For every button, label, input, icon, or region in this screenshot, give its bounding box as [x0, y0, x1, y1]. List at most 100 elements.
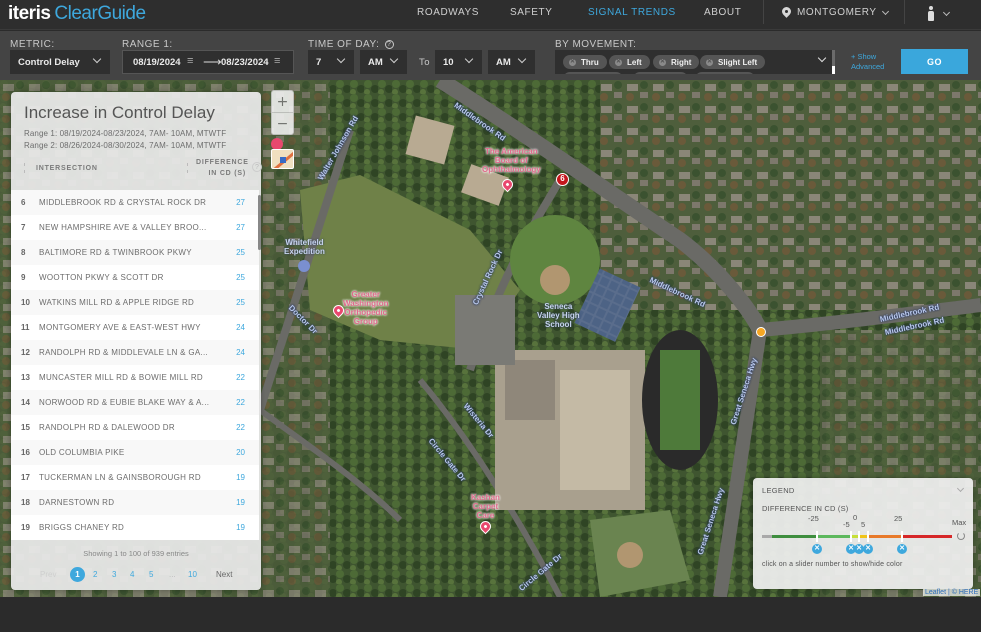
to-ampm-value: AM	[496, 56, 511, 68]
table-row[interactable]: 17 TUCKERMAN LN & GAINSBOROUGH RD 19	[11, 465, 259, 490]
chevron-down-icon	[389, 54, 399, 64]
table-row[interactable]: 16 OLD COLUMBIA PIKE 20	[11, 440, 259, 465]
table-row[interactable]: 7 NEW HAMPSHIRE AVE & VALLEY BROO... 27	[11, 215, 259, 240]
calendar-icon[interactable]: ≡	[187, 55, 193, 67]
user-menu[interactable]	[928, 6, 951, 21]
chevron-down-icon	[336, 54, 346, 64]
intersection-marker[interactable]	[756, 327, 766, 337]
help-icon[interactable]: ?	[384, 40, 394, 49]
movement-chip-left[interactable]: ✕ Left	[609, 55, 650, 69]
help-icon[interactable]: ?	[252, 162, 262, 172]
row-intersection: NEW HAMPSHIRE AVE & VALLEY BROO...	[39, 223, 207, 232]
table-row[interactable]: 13 MUNCASTER MILL RD & BOWIE MILL RD 22	[11, 365, 259, 390]
to-ampm-select[interactable]: AM	[488, 50, 535, 74]
row-intersection: BALTIMORE RD & TWINBROOK PKWY	[39, 248, 192, 257]
sort-indicator[interactable]	[24, 163, 25, 166]
from-hour-select[interactable]: 7	[308, 50, 354, 74]
remove-color-icon[interactable]: ✕	[812, 544, 822, 554]
movement-chip-hidden	[695, 72, 755, 74]
poi-label: Kashan Carpet Care	[471, 493, 500, 520]
map-layer-toggle-icon[interactable]	[271, 149, 294, 169]
show-advanced-link[interactable]: + Show Advanced	[851, 52, 891, 72]
row-difference: 19	[236, 498, 245, 507]
table-row[interactable]: 11 MONTGOMERY AVE & EAST-WEST HWY 24	[11, 315, 259, 340]
remove-icon[interactable]: ✕	[569, 58, 576, 66]
zoom-control: + −	[271, 90, 294, 135]
date-range-picker[interactable]: 08/19/2024 ≡ ⟶ 08/23/2024 ≡	[122, 50, 294, 74]
remove-color-icon[interactable]: ✕	[897, 544, 907, 554]
row-rank: 8	[21, 248, 26, 257]
table-row[interactable]: 14 NORWOOD RD & EUBIE BLAKE WAY & A... 22	[11, 390, 259, 415]
legend-tick: Max	[952, 518, 967, 527]
remove-color-icon[interactable]: ✕	[863, 544, 873, 554]
slider-handle[interactable]	[901, 531, 903, 542]
page-button[interactable]: 5	[149, 570, 153, 579]
row-intersection: DARNESTOWN RD	[39, 498, 115, 507]
page-button[interactable]: 3	[112, 570, 116, 579]
table-row[interactable]: 18 DARNESTOWN RD 19	[11, 490, 259, 515]
row-difference: 22	[236, 398, 245, 407]
remove-icon[interactable]: ✕	[706, 58, 713, 66]
movement-chip-thru[interactable]: ✕ Thru	[563, 55, 607, 69]
range-start-date[interactable]: 08/19/2024	[133, 57, 181, 68]
nav-signal-trends[interactable]: SIGNAL TRENDS	[588, 7, 676, 18]
zoom-in-button[interactable]: +	[272, 91, 293, 112]
page-button-last[interactable]: 10	[188, 570, 197, 579]
remove-icon[interactable]: ✕	[615, 58, 622, 66]
slider-handle[interactable]	[816, 531, 818, 542]
table-row[interactable]: 10 WATKINS MILL RD & APPLE RIDGE RD 25	[11, 290, 259, 315]
page-button-current[interactable]: 1	[70, 567, 85, 582]
table-row[interactable]: 19 BRIGGS CHANEY RD 19	[11, 515, 259, 540]
from-hour-value: 7	[316, 56, 322, 68]
column-header-text: DIFFERENCE	[196, 159, 249, 166]
to-label: To	[419, 57, 431, 68]
chevron-down-icon[interactable]	[956, 484, 965, 493]
remove-icon[interactable]: ✕	[659, 58, 666, 66]
location-selector[interactable]: MONTGOMERY	[782, 7, 889, 18]
range-end-date[interactable]: 08/23/2024	[221, 57, 269, 68]
movement-multiselect[interactable]: ✕ Thru ✕ Left ✕ Right ✕ Slight Left	[555, 50, 835, 74]
nav-safety[interactable]: SAFETY	[510, 7, 553, 18]
row-rank: 18	[21, 498, 30, 507]
calendar-icon[interactable]: ≡	[274, 55, 280, 67]
prev-page-button[interactable]: Prev	[40, 570, 56, 579]
reset-icon[interactable]	[957, 532, 965, 540]
poi-travel-icon[interactable]	[298, 260, 310, 272]
movement-scrollbar-thumb[interactable]	[832, 66, 835, 74]
from-ampm-value: AM	[368, 56, 383, 68]
app-logo[interactable]: iteris ClearGuide	[8, 3, 146, 25]
go-button[interactable]: GO	[901, 49, 968, 74]
table-row[interactable]: 15 RANDOLPH RD & DALEWOOD DR 22	[11, 415, 259, 440]
nav-roadways[interactable]: ROADWAYS	[417, 7, 479, 18]
legend-hint: click on a slider number to show/hide co…	[762, 561, 903, 568]
column-header-difference[interactable]: DIFFERENCE IN CD (S)	[196, 157, 249, 179]
table-scrollbar[interactable]	[258, 195, 261, 250]
row-difference: 27	[236, 198, 245, 207]
intersection-marker-selected[interactable]: 6	[556, 173, 569, 186]
map-attribution[interactable]: Leaflet | © HERE	[923, 589, 981, 596]
row-difference: 24	[236, 348, 245, 357]
slider-handle[interactable]	[850, 531, 852, 542]
table-row[interactable]: 12 RANDOLPH RD & MIDDLEVALE LN & GA... 24	[11, 340, 259, 365]
next-page-button[interactable]: Next	[216, 570, 232, 579]
table-row[interactable]: 6 MIDDLEBROOK RD & CRYSTAL ROCK DR 27	[11, 190, 259, 215]
movement-chip-right[interactable]: ✕ Right	[653, 55, 700, 69]
page-button[interactable]: 2	[93, 570, 97, 579]
table-row[interactable]: 8 BALTIMORE RD & TWINBROOK PKWY 25	[11, 240, 259, 265]
row-rank: 19	[21, 523, 30, 532]
to-hour-select[interactable]: 10	[435, 50, 482, 74]
from-ampm-select[interactable]: AM	[360, 50, 407, 74]
sort-indicator[interactable]	[187, 170, 188, 173]
sort-indicator[interactable]	[187, 163, 188, 166]
page-button[interactable]: 4	[130, 570, 134, 579]
column-header-intersection[interactable]: INTERSECTION	[36, 165, 98, 172]
movement-chip-slight-left[interactable]: ✕ Slight Left	[700, 55, 766, 69]
zoom-out-button[interactable]: −	[272, 113, 293, 134]
metric-select[interactable]: Control Delay	[10, 50, 110, 74]
slider-handle[interactable]	[867, 531, 869, 542]
table-row[interactable]: 9 WOOTTON PKWY & SCOTT DR 25	[11, 265, 259, 290]
sort-indicator[interactable]	[24, 170, 25, 173]
nav-about[interactable]: ABOUT	[704, 7, 741, 18]
slider-handle[interactable]	[858, 531, 860, 542]
legend-segment-yellow	[859, 535, 867, 538]
